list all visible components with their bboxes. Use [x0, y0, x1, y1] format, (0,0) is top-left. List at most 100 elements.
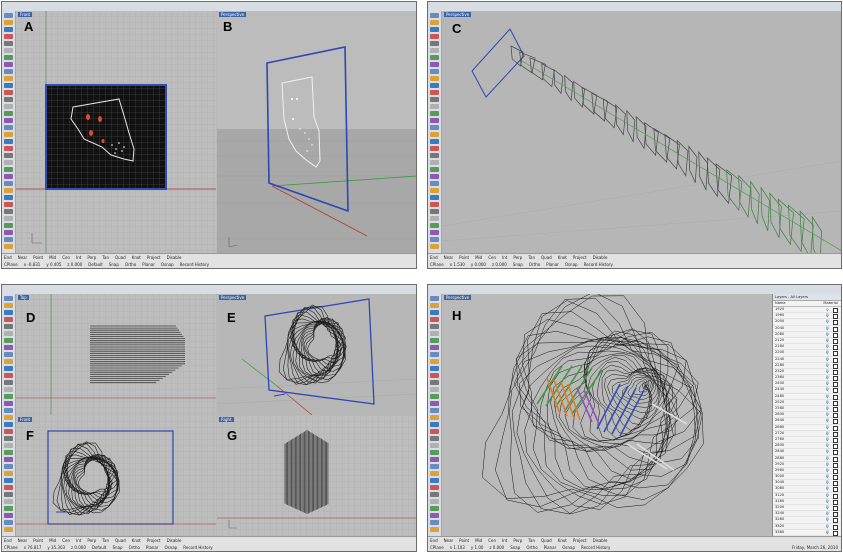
osnap-option[interactable]: Quad — [541, 255, 552, 260]
layer-visibility-icon[interactable]: ♀ ⊡ — [826, 333, 832, 342]
side-tool-icon[interactable] — [430, 401, 439, 406]
side-tool-icon[interactable] — [430, 450, 439, 455]
layer-visibility-icon[interactable]: ♀ ⊡ — [826, 351, 832, 360]
osnap-option[interactable]: Project — [573, 538, 587, 543]
osnap-option[interactable]: Disable — [167, 538, 182, 543]
layer-visibility-icon[interactable]: ♀ ⊡ — [826, 370, 832, 379]
osnap-option[interactable]: Quad — [115, 255, 126, 260]
side-tool-icon[interactable] — [430, 104, 439, 109]
osnap-option[interactable]: Mid — [49, 255, 56, 260]
layer-visibility-icon[interactable]: ♀ ⊡ — [826, 395, 832, 404]
osnap-option[interactable]: Knot — [558, 538, 567, 543]
side-tool-icon[interactable] — [430, 209, 439, 214]
side-tool-icon[interactable] — [4, 244, 13, 249]
osnap-option[interactable]: End — [430, 538, 438, 543]
side-tool-icon[interactable] — [4, 366, 13, 371]
osnap-row[interactable]: End Near Point Mid Cen Int Perp Tan Quad Knot Proj… — [428, 537, 841, 544]
viewport-tab-right[interactable]: Right — [219, 417, 234, 422]
side-tool-icon[interactable] — [430, 345, 439, 350]
layer-visibility-icon[interactable]: ♀ ⊡ — [826, 525, 832, 534]
layer-visibility-icon[interactable]: ♀ ⊡ — [826, 413, 832, 422]
side-tool-icon[interactable] — [430, 485, 439, 490]
osnap-option[interactable]: Cen — [62, 255, 70, 260]
side-tool-icon[interactable] — [430, 457, 439, 462]
layer-visibility-icon[interactable]: ♀ ⊡ — [826, 512, 832, 521]
side-tool-icon[interactable] — [4, 55, 13, 60]
side-tool-icon[interactable] — [430, 366, 439, 371]
side-tool-icon[interactable] — [4, 359, 13, 364]
side-tool-icon[interactable] — [4, 499, 13, 504]
left-toolbar[interactable] — [2, 294, 16, 537]
osnap-option[interactable]: Int — [502, 538, 507, 543]
side-tool-icon[interactable] — [4, 380, 13, 385]
side-tool-icon[interactable] — [430, 125, 439, 130]
osnap-option[interactable]: Near — [18, 255, 28, 260]
layer-visibility-icon[interactable]: ♀ ⊡ — [826, 339, 832, 348]
side-tool-icon[interactable] — [4, 181, 13, 186]
side-tool-icon[interactable] — [430, 373, 439, 378]
viewport-tab-front[interactable]: Front — [18, 417, 33, 422]
layer-visibility-icon[interactable]: ♀ ⊡ — [826, 401, 832, 410]
osnap-option[interactable]: Point — [459, 538, 469, 543]
osnap-option[interactable]: Cen — [488, 255, 496, 260]
osnap-option[interactable]: Project — [147, 538, 161, 543]
side-tool-icon[interactable] — [4, 450, 13, 455]
viewport-tab-perspective[interactable]: Perspective — [444, 295, 472, 300]
side-tool-icon[interactable] — [430, 188, 439, 193]
side-tool-icon[interactable] — [4, 188, 13, 193]
layer-visibility-icon[interactable]: ♀ ⊡ — [826, 314, 832, 323]
side-tool-icon[interactable] — [4, 97, 13, 102]
osnap-option[interactable]: Knot — [558, 255, 567, 260]
osnap-option[interactable]: Disable — [593, 538, 608, 543]
side-tool-icon[interactable] — [4, 104, 13, 109]
side-tool-icon[interactable] — [430, 216, 439, 221]
side-tool-icon[interactable] — [430, 338, 439, 343]
side-tool-icon[interactable] — [4, 436, 13, 441]
side-tool-icon[interactable] — [430, 478, 439, 483]
side-tool-icon[interactable] — [4, 471, 13, 476]
viewport-right[interactable]: Right G — [217, 416, 416, 539]
layer-visibility-icon[interactable]: ♀ ⊡ — [826, 518, 832, 527]
side-tool-icon[interactable] — [4, 464, 13, 469]
osnap-option[interactable]: Near — [18, 538, 28, 543]
side-tool-icon[interactable] — [4, 132, 13, 137]
side-tool-icon[interactable] — [4, 27, 13, 32]
side-tool-icon[interactable] — [4, 401, 13, 406]
side-tool-icon[interactable] — [430, 62, 439, 67]
side-tool-icon[interactable] — [4, 443, 13, 448]
side-tool-icon[interactable] — [4, 394, 13, 399]
side-tool-icon[interactable] — [4, 331, 13, 336]
osnap-option[interactable]: Point — [33, 538, 43, 543]
layer-visibility-icon[interactable]: ♀ ⊡ — [826, 320, 832, 329]
layer-visibility-icon[interactable]: ♀ ⊡ — [826, 419, 832, 428]
side-tool-icon[interactable] — [4, 237, 13, 242]
side-tool-icon[interactable] — [4, 223, 13, 228]
side-tool-icon[interactable] — [430, 296, 439, 301]
osnap-option[interactable]: Mid — [475, 255, 482, 260]
side-tool-icon[interactable] — [4, 506, 13, 511]
side-tool-icon[interactable] — [430, 202, 439, 207]
side-tool-icon[interactable] — [4, 62, 13, 67]
side-tool-icon[interactable] — [430, 223, 439, 228]
side-tool-icon[interactable] — [4, 408, 13, 413]
layer-visibility-icon[interactable]: ♀ ⊡ — [826, 426, 832, 435]
side-tool-icon[interactable] — [4, 125, 13, 130]
side-tool-icon[interactable] — [430, 422, 439, 427]
layer-visibility-icon[interactable]: ♀ ⊡ — [826, 531, 832, 537]
osnap-option[interactable]: Quad — [115, 538, 126, 543]
viewport-top[interactable]: Top D — [16, 294, 216, 415]
side-tool-icon[interactable] — [4, 76, 13, 81]
side-tool-icon[interactable] — [4, 69, 13, 74]
layer-visibility-icon[interactable]: ♀ ⊡ — [826, 444, 832, 453]
osnap-row[interactable]: End Near Point Mid Cen Int Perp Tan Quad Knot Proj… — [2, 537, 416, 544]
osnap-row[interactable]: End Near Point Mid Cen Int Perp Tan Quad Knot Proj… — [2, 254, 416, 261]
side-tool-icon[interactable] — [430, 359, 439, 364]
viewport-tab-front[interactable]: Front — [18, 12, 33, 17]
side-tool-icon[interactable] — [4, 303, 13, 308]
side-tool-icon[interactable] — [430, 436, 439, 441]
osnap-option[interactable]: Knot — [132, 255, 141, 260]
side-tool-icon[interactable] — [430, 303, 439, 308]
side-tool-icon[interactable] — [4, 338, 13, 343]
osnap-option[interactable]: Int — [502, 255, 507, 260]
side-tool-icon[interactable] — [430, 13, 439, 18]
